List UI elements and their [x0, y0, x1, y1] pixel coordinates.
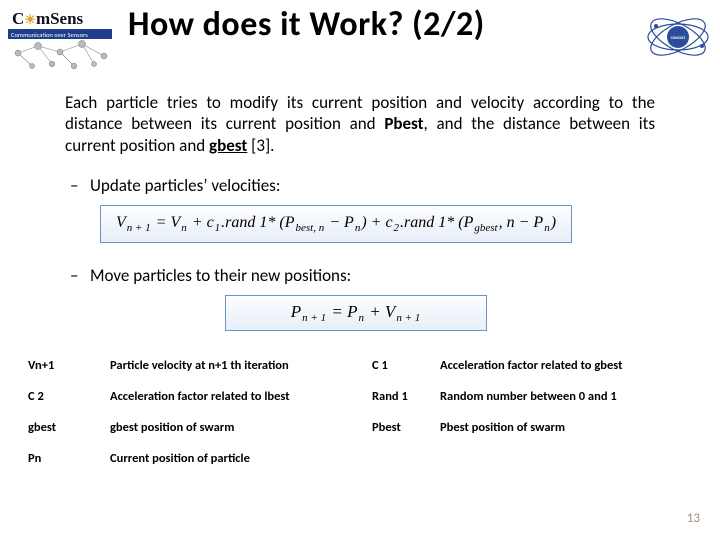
page-number: 13 [687, 511, 700, 526]
def-key2 [366, 443, 434, 474]
para-post: [3]. [247, 135, 274, 156]
table-row: gbestgbest position of swarmPbestPbest p… [22, 412, 698, 443]
bullet-position: Move particles to their new positions: [90, 265, 351, 286]
defs-body: Vn+1Particle velocity at n+1 th iteratio… [22, 350, 698, 474]
def-val2: Acceleration factor related to gbest [434, 350, 698, 381]
comsens-sub: Communication over Sensors [11, 31, 88, 39]
bullet-velocity: Update particles’ velocities: [90, 175, 280, 196]
velocity-formula: Vn + 1 = Vn + c1.rand 1* (Pbest, n − Pn)… [100, 205, 572, 243]
pbest-word: Pbest [384, 113, 423, 134]
def-val2: Random number between 0 and 1 [434, 381, 698, 412]
table-row: Vn+1Particle velocity at n+1 th iteratio… [22, 350, 698, 381]
def-key2: C 1 [366, 350, 434, 381]
def-val: Acceleration factor related to lbest [104, 381, 366, 412]
def-key: Pn [22, 443, 104, 474]
table-row: C 2Acceleration factor related to lbestR… [22, 381, 698, 412]
def-key: gbest [22, 412, 104, 443]
def-val: Particle velocity at n+1 th iteration [104, 350, 366, 381]
gbest-word: gbest [209, 135, 247, 156]
def-key2: Pbest [366, 412, 434, 443]
comsats-icon: COMSATS [644, 14, 712, 60]
network-icon: C☀mSens Communication over Sensors [8, 8, 118, 70]
position-formula: Pn + 1 = Pn + Vn + 1 [225, 295, 487, 331]
intro-paragraph: Each particle tries to modify its curren… [65, 92, 655, 156]
comsens-logo: C☀mSens Communication over Sensors [8, 8, 118, 75]
definitions-table: Vn+1Particle velocity at n+1 th iteratio… [22, 350, 698, 474]
comsats-word: COMSATS [671, 36, 686, 40]
def-key2: Rand 1 [366, 381, 434, 412]
table-row: PnCurrent position of particle [22, 443, 698, 474]
comsats-logo: COMSATS [644, 14, 712, 65]
def-val2 [434, 443, 698, 474]
def-key: Vn+1 [22, 350, 104, 381]
def-val: gbest position of swarm [104, 412, 366, 443]
comsens-word: C☀mSens [12, 9, 84, 28]
def-val: Current position of particle [104, 443, 366, 474]
slide: C☀mSens Communication over Sensors COMSA… [0, 0, 720, 540]
slide-title: How does it Work? (2/2) [128, 4, 485, 45]
def-key: C 2 [22, 381, 104, 412]
def-val2: Pbest position of swarm [434, 412, 698, 443]
